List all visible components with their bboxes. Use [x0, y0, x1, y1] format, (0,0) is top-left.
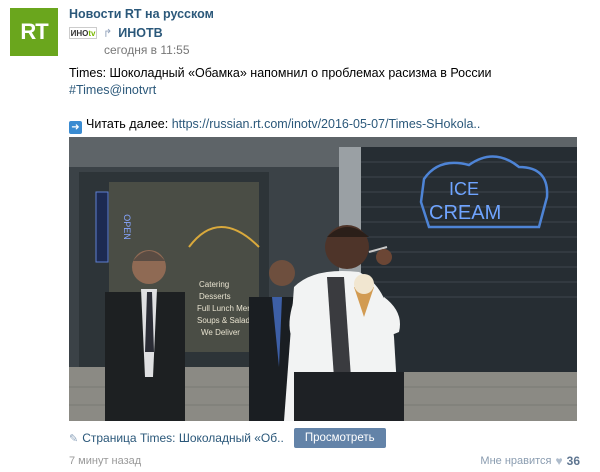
post-body: Times: Шоколадный «Обамка» напомнил о пр…	[69, 65, 589, 134]
attachment-page-link[interactable]: ✎ Страница Times: Шоколадный «Об..	[69, 431, 284, 445]
neon-cream: CREAM	[429, 202, 501, 224]
inotv-logo-main: ИНО	[70, 28, 89, 38]
menu-line-2: Desserts	[199, 292, 231, 301]
inotv-logo[interactable]: ИНО tv	[69, 27, 97, 39]
post-hashtag[interactable]: #Times@inotvrt	[69, 82, 589, 99]
like-button[interactable]: Мне нравится ♥ 36	[480, 454, 580, 468]
like-count: 36	[566, 454, 580, 468]
arrow-right-icon: ➜	[69, 121, 82, 134]
post-headline: Times: Шоколадный «Обамка» напомнил о пр…	[69, 66, 492, 80]
repost-source-name[interactable]: ИНОТВ	[118, 26, 162, 40]
menu-line-4: Soups & Salads	[197, 316, 254, 325]
neon-open: OPEN	[122, 214, 132, 240]
like-label: Мне нравится	[480, 455, 552, 467]
view-button[interactable]: Просмотреть	[293, 428, 386, 448]
post-photo[interactable]: ICE CREAM OPEN Catering Desserts Full Lu…	[69, 137, 577, 421]
avatar-logo-text: RT	[20, 19, 48, 44]
group-name-link[interactable]: Новости RT на русском	[69, 7, 214, 21]
paperclip-icon: ✎	[69, 433, 79, 445]
heart-icon: ♥	[555, 454, 563, 468]
post-time-ago[interactable]: 7 минут назад	[69, 455, 141, 467]
neon-ice: ICE	[449, 179, 479, 199]
attachment-row: ✎ Страница Times: Шоколадный «Об.. Просмо…	[69, 428, 386, 448]
menu-line-1: Catering	[199, 280, 229, 289]
menu-line-5: We Deliver	[201, 328, 240, 337]
group-avatar[interactable]: RT	[10, 8, 58, 56]
menu-line-3: Full Lunch Menu	[197, 304, 256, 313]
read-more-label: Читать далее:	[86, 117, 169, 131]
inotv-logo-accent: tv	[88, 28, 96, 38]
repost-arrow-icon: ↱	[103, 27, 113, 40]
read-more-line: ➜ Читать далее: https://russian.rt.com/in…	[69, 116, 589, 134]
repost-source: ИНО tv ↱ ИНОТВ	[69, 26, 163, 40]
photo-illustration: ICE CREAM OPEN Catering Desserts Full Lu…	[69, 137, 577, 421]
attachment-page-label: Страница Times: Шоколадный «Об..	[82, 431, 284, 445]
post-date[interactable]: сегодня в 11:55	[104, 43, 190, 57]
read-more-link[interactable]: https://russian.rt.com/inotv/2016-05-07/…	[172, 117, 481, 131]
